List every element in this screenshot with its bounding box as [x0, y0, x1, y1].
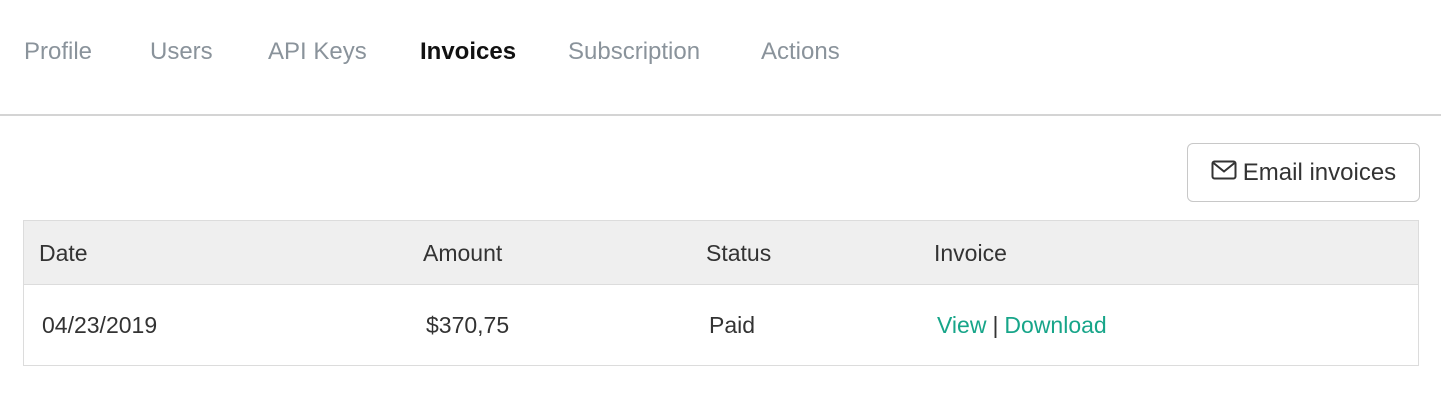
view-invoice-link[interactable]: View [937, 312, 986, 338]
tab-actions[interactable]: Actions [761, 36, 840, 68]
tab-invoices[interactable]: Invoices [420, 36, 516, 68]
column-header-amount: Amount [423, 240, 503, 266]
email-invoices-button[interactable]: Email invoices [1187, 143, 1420, 202]
envelope-icon [1211, 159, 1237, 187]
invoice-amount: $370,75 [426, 312, 510, 338]
invoice-actions: View | Download [937, 310, 1107, 340]
invoices-table: Date Amount Status Invoice 04/23/2019 $3… [23, 220, 1419, 366]
column-header-date: Date [39, 240, 88, 266]
tab-profile[interactable]: Profile [24, 36, 92, 68]
link-separator: | [992, 312, 999, 338]
email-invoices-label: Email invoices [1242, 158, 1397, 186]
invoice-status: Paid [709, 312, 756, 338]
invoice-date: 04/23/2019 [42, 312, 158, 338]
tab-subscription[interactable]: Subscription [568, 36, 700, 68]
column-header-status: Status [706, 240, 772, 266]
table-header: Date Amount Status Invoice [24, 221, 1418, 285]
tab-api-keys[interactable]: API Keys [268, 36, 367, 68]
table-row: 04/23/2019 $370,75 Paid View | Download [24, 285, 1418, 366]
download-invoice-link[interactable]: Download [1004, 312, 1106, 338]
tab-users[interactable]: Users [150, 36, 213, 68]
column-header-invoice: Invoice [934, 240, 1007, 266]
tab-bar: Profile Users API Keys Invoices Subscrip… [0, 0, 1441, 116]
